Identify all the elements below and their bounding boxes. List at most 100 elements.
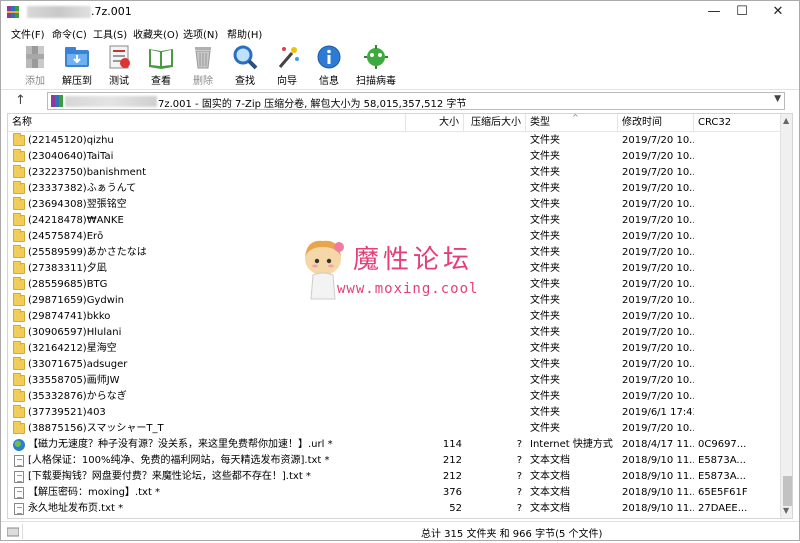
row-compressed-size xyxy=(470,341,522,357)
row-compressed-size xyxy=(470,149,522,165)
row-size xyxy=(406,229,462,245)
row-name: (24218478)₩ANKE xyxy=(28,215,124,226)
table-row[interactable]: (24575874)Erō 文件夹 2019/7/20 10... xyxy=(8,229,780,245)
row-compressed-size xyxy=(470,245,522,261)
row-type: 文件夹 xyxy=(530,199,560,210)
folder-icon xyxy=(13,245,25,258)
close-button[interactable]: ✕ xyxy=(761,1,795,23)
up-arrow-icon[interactable]: ↑ xyxy=(15,93,26,108)
menu-options[interactable]: 选项(N) xyxy=(183,26,218,41)
info-button[interactable]: 信息 xyxy=(308,43,350,87)
table-row[interactable]: (28559685)BTG 文件夹 2019/7/20 10... xyxy=(8,277,780,293)
table-row[interactable]: (33071675)adsuger 文件夹 2019/7/20 10... xyxy=(8,357,780,373)
table-row[interactable]: (35332876)からなぎ 文件夹 2019/7/20 10... xyxy=(8,389,780,405)
file-list: 名称 大小 压缩后大小 类型 ^ 修改时间 CRC32 (22145120)qi… xyxy=(7,113,793,519)
extract-to-button[interactable]: 解压到 xyxy=(56,43,98,87)
globe-icon xyxy=(13,439,25,451)
menu-commands[interactable]: 命令(C) xyxy=(52,26,87,41)
virus-scan-icon xyxy=(364,45,388,69)
column-crc32[interactable]: CRC32 xyxy=(694,114,780,132)
menu-file[interactable]: 文件(F) xyxy=(11,26,45,41)
folder-icon xyxy=(13,293,25,306)
row-type: 文件夹 xyxy=(530,311,560,322)
table-row[interactable]: (38875156)スマッシャーT_T 文件夹 2019/7/20 10... xyxy=(8,421,780,437)
view-icon xyxy=(149,49,173,69)
test-button[interactable]: 测试 xyxy=(98,43,140,87)
menu-tools[interactable]: 工具(S) xyxy=(93,26,127,41)
text-file-icon xyxy=(14,487,24,499)
column-name[interactable]: 名称 xyxy=(8,114,406,132)
table-row[interactable]: (25589599)あかさたなは 文件夹 2019/7/20 10... xyxy=(8,245,780,261)
column-compressed[interactable]: 压缩后大小 xyxy=(464,114,526,132)
table-row[interactable]: 【磁力无速度？种子没有源？没关系，来这里免费帮你加速！】.url * 114? In… xyxy=(8,437,780,453)
table-row[interactable]: (29871659)Gydwin 文件夹 2019/7/20 10... xyxy=(8,293,780,309)
view-button[interactable]: 查看 xyxy=(140,43,182,87)
maximize-button[interactable]: ☐ xyxy=(725,1,759,23)
table-row[interactable]: [下载要掏钱？网盘要付费？来魔性论坛，这些都不存在！].txt * 212? 文本文… xyxy=(8,469,780,485)
scroll-down-icon[interactable]: ▼ xyxy=(783,506,789,515)
row-compressed-size xyxy=(470,261,522,277)
table-row[interactable]: (23223750)banishment 文件夹 2019/7/20 10... xyxy=(8,165,780,181)
column-size[interactable]: 大小 xyxy=(406,114,464,132)
row-size xyxy=(406,421,462,437)
address-bar[interactable]: 7z.001 - 固实的 7-Zip 压缩分卷, 解包大小为 58,015,35… xyxy=(47,92,785,110)
table-row[interactable]: (33558705)画师JW 文件夹 2019/7/20 10... xyxy=(8,373,780,389)
menu-favorites[interactable]: 收藏夹(O) xyxy=(133,26,179,41)
row-type: 文件夹 xyxy=(530,343,560,354)
column-modified[interactable]: 修改时间 xyxy=(618,114,694,132)
column-header-row: 名称 大小 压缩后大小 类型 ^ 修改时间 CRC32 xyxy=(8,114,780,132)
vertical-scrollbar[interactable]: ▲ ▼ xyxy=(780,114,792,518)
table-row[interactable]: 【解压密码：moxing】.txt * 376? 文本文档 2018/9/10 11.… xyxy=(8,485,780,501)
chevron-down-icon[interactable]: ▼ xyxy=(774,94,781,104)
row-modified: 2019/7/20 10... xyxy=(622,343,694,354)
table-row[interactable]: (23040640)TaiTai 文件夹 2019/7/20 10... xyxy=(8,149,780,165)
row-crc32 xyxy=(698,309,760,325)
row-name: [人格保证：100%纯净、免费的福利网站，每天精选发布资源].txt * xyxy=(28,455,330,466)
row-size xyxy=(406,197,462,213)
wizard-button[interactable]: 向导 xyxy=(266,43,308,87)
folder-icon xyxy=(13,341,25,354)
add-button[interactable]: 添加 xyxy=(14,43,56,87)
text-file-icon xyxy=(14,503,24,515)
table-row[interactable]: 永久地址发布页.txt * 52? 文本文档 2018/9/10 11... 27DAE… xyxy=(8,501,780,517)
menu-help[interactable]: 帮助(H) xyxy=(227,26,262,41)
sort-ascending-icon: ^ xyxy=(572,113,579,122)
row-crc32 xyxy=(698,405,760,421)
row-type: 文件夹 xyxy=(530,135,560,146)
row-crc32 xyxy=(698,181,760,197)
scrollbar-thumb[interactable] xyxy=(783,476,792,506)
row-modified: 2019/7/20 10... xyxy=(622,327,694,338)
row-size xyxy=(406,389,462,405)
row-compressed-size xyxy=(470,197,522,213)
virus-scan-label: 扫描病毒 xyxy=(356,76,396,87)
row-crc32 xyxy=(698,149,760,165)
table-row[interactable]: (23337382)ふぁうんて 文件夹 2019/7/20 10... xyxy=(8,181,780,197)
delete-label: 删除 xyxy=(193,76,213,87)
row-size xyxy=(406,165,462,181)
table-row[interactable]: (29874741)bkko 文件夹 2019/7/20 10... xyxy=(8,309,780,325)
table-row[interactable]: (22145120)qizhu 文件夹 2019/7/20 10... xyxy=(8,133,780,149)
row-compressed-size xyxy=(470,277,522,293)
row-crc32: 65E5F61F xyxy=(698,487,748,498)
row-compressed-size xyxy=(470,325,522,341)
find-icon xyxy=(233,45,258,70)
row-name: (29874741)bkko xyxy=(28,311,111,322)
row-modified: 2019/6/1 17:43 xyxy=(622,407,694,418)
table-row[interactable]: (24218478)₩ANKE 文件夹 2019/7/20 10... xyxy=(8,213,780,229)
row-modified: 2019/7/20 10... xyxy=(622,247,694,258)
delete-button[interactable]: 删除 xyxy=(182,43,224,87)
row-size xyxy=(406,293,462,309)
find-button[interactable]: 查找 xyxy=(224,43,266,87)
table-row[interactable]: (32164212)星海空 文件夹 2019/7/20 10... xyxy=(8,341,780,357)
scroll-up-icon[interactable]: ▲ xyxy=(783,116,789,125)
table-row[interactable]: (30906597)Hlulani 文件夹 2019/7/20 10... xyxy=(8,325,780,341)
table-row[interactable]: [人格保证：100%纯净、免费的福利网站，每天精选发布资源].txt * 212?… xyxy=(8,453,780,469)
table-row[interactable]: (27383311)夕凪 文件夹 2019/7/20 10... xyxy=(8,261,780,277)
row-modified: 2018/9/10 11... xyxy=(622,455,694,466)
virus-scan-button[interactable]: 扫描病毒 xyxy=(355,43,397,87)
table-row[interactable]: (37739521)403 文件夹 2019/6/1 17:43 xyxy=(8,405,780,421)
row-size xyxy=(406,277,462,293)
row-name: (35332876)からなぎ xyxy=(28,391,127,402)
row-crc32: E5873A... xyxy=(698,471,746,482)
table-row[interactable]: (23694308)翌張铭空 文件夹 2019/7/20 10... xyxy=(8,197,780,213)
